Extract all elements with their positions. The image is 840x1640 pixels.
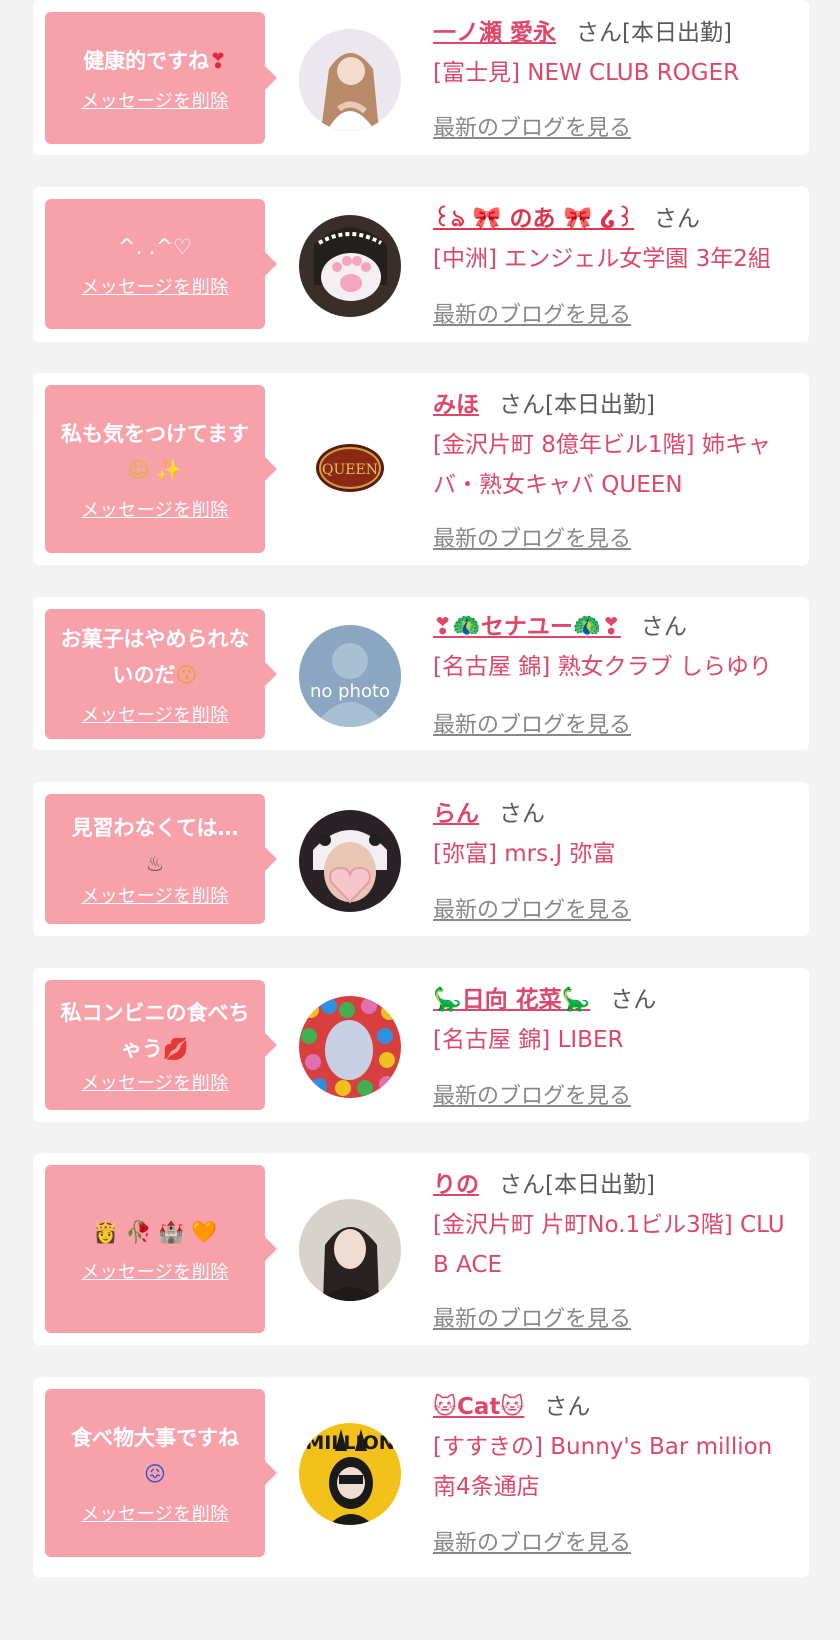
avatar[interactable]: [299, 29, 401, 131]
cast-name-link[interactable]: りの: [433, 1172, 479, 1198]
avatar[interactable]: QUEEN: [299, 417, 401, 519]
ball-pit-photo-icon: [299, 996, 401, 1098]
latest-blog-link[interactable]: 最新のブログを見る: [433, 1301, 631, 1333]
avatar[interactable]: no photo: [299, 625, 401, 727]
shop-name: [金沢片町 片町No.1ビル3階] CLUB ACE: [433, 1212, 785, 1278]
shop-name: [中洲] エンジェル女学園 3年2組: [433, 246, 771, 272]
shop-name: [すすきの] Bunny's Bar million 南4条通店: [433, 1434, 773, 1500]
latest-blog-link[interactable]: 最新のブログを見る: [433, 1078, 631, 1110]
princess-rose-castle-emoji: 👸 🥀 🏰 🧡: [92, 1220, 218, 1244]
list-item: 食べ物大事ですね 😖 メッセージを削除 MILLION 🐱Cat🐱 さん [すすきの…: [33, 1377, 809, 1577]
message-text: 食べ物大事ですね 😖: [71, 1426, 239, 1486]
cast-name-link[interactable]: 🐱Cat🐱: [433, 1394, 524, 1420]
list-item: お菓子はやめられないのだ😗 メッセージを削除 no photo ❣🦚セナユー🦚❣…: [33, 597, 809, 750]
list-item: 私も気をつけてます ☺ ✨ メッセージを削除 QUEEN みほ さん[本日出勤] …: [33, 373, 809, 565]
delete-message-button[interactable]: メッセージを削除: [81, 87, 229, 113]
status-badge: [本日出勤]: [545, 392, 655, 418]
honorific: さん: [640, 614, 687, 640]
message-bubble: お菓子はやめられないのだ😗 メッセージを削除: [45, 609, 277, 739]
status-badge: [本日出勤]: [545, 1172, 655, 1198]
message-text: お菓子はやめられないのだ😗: [60, 627, 250, 687]
cast-name-link[interactable]: ꒰ঌ 🎀 のあ 🎀 ໒꒱: [433, 206, 634, 232]
avatar[interactable]: MILLION: [299, 1423, 401, 1525]
message-list: 健康的ですね❣ メッセージを削除 一ノ瀬 愛永 さん[本日出勤] [富士見] NE…: [0, 0, 840, 1640]
message-bubble: 見習わなくては… ♨ メッセージを削除: [45, 794, 277, 924]
svg-text:MILLION: MILLION: [305, 1432, 394, 1454]
sweat-emoji: ♨: [145, 852, 165, 876]
cast-name-link[interactable]: 🦕日向 花菜🦕: [433, 987, 590, 1013]
heart-emoji: ❣: [209, 49, 227, 73]
cast-name-link[interactable]: らん: [433, 801, 479, 827]
honorific: さん: [499, 801, 545, 827]
message-text: ^. .^♡: [117, 235, 193, 259]
svg-text:QUEEN: QUEEN: [322, 462, 378, 478]
honorific: さん: [610, 987, 657, 1013]
smile-sparkle-emoji: ☺ ✨: [127, 458, 183, 482]
shop-name: [名古屋 錦] 熟女クラブ しらゆり: [433, 654, 772, 680]
cast-name-link[interactable]: みほ: [433, 392, 479, 418]
queen-logo-icon: QUEEN: [299, 417, 401, 519]
latest-blog-link[interactable]: 最新のブログを見る: [433, 521, 631, 553]
honorific: さん: [499, 1172, 545, 1198]
avatar[interactable]: [299, 215, 401, 317]
latest-blog-link[interactable]: 最新のブログを見る: [433, 892, 631, 924]
message-bubble: 食べ物大事ですね 😖 メッセージを削除: [45, 1389, 277, 1557]
latest-blog-link[interactable]: 最新のブログを見る: [433, 707, 631, 739]
list-item: 👸 🥀 🏰 🧡 メッセージを削除 りの さん[本日出勤] [金沢片町 片町No.1…: [33, 1153, 809, 1345]
honorific: さん: [544, 1394, 591, 1420]
message-text: 👸 🥀 🏰 🧡: [93, 1214, 218, 1250]
svg-text:no photo: no photo: [310, 681, 390, 702]
no-photo-icon: no photo: [299, 625, 401, 727]
shop-name: [弥富] mrs.J 弥富: [433, 841, 616, 867]
shop-name: [富士見] NEW CLUB ROGER: [433, 60, 740, 86]
honorific: さん: [499, 392, 545, 418]
latest-blog-link[interactable]: 最新のブログを見る: [433, 110, 631, 142]
delete-message-button[interactable]: メッセージを削除: [81, 273, 229, 299]
list-item: 見習わなくては… ♨ メッセージを削除 らん さん [弥富] mrs.J 弥富 最新…: [33, 782, 809, 936]
honorific: さん: [576, 20, 623, 46]
delete-message-button[interactable]: メッセージを削除: [81, 1069, 229, 1095]
delete-message-button[interactable]: メッセージを削除: [81, 882, 229, 908]
message-bubble: 👸 🥀 🏰 🧡 メッセージを削除: [45, 1165, 277, 1333]
message-text: 見習わなくては… ♨: [71, 816, 239, 876]
avatar[interactable]: [299, 810, 401, 912]
delete-message-button[interactable]: メッセージを削除: [81, 1500, 229, 1526]
latest-blog-link[interactable]: 最新のブログを見る: [433, 297, 631, 329]
lips-emoji: 💋: [162, 1037, 190, 1061]
woman-photo-icon: [299, 29, 401, 131]
shop-name: [名古屋 錦] LIBER: [433, 1027, 624, 1053]
cast-name-link[interactable]: ❣🦚セナユー🦚❣: [433, 614, 621, 640]
message-bubble: ^. .^♡ メッセージを削除: [45, 199, 277, 329]
latest-blog-link[interactable]: 最新のブログを見る: [433, 1525, 631, 1557]
message-text: 私も気をつけてます ☺ ✨: [61, 422, 249, 482]
status-badge: [本日出勤]: [622, 20, 732, 46]
cat-paw-photo-icon: [299, 215, 401, 317]
woman-photo-icon: [299, 1199, 401, 1301]
list-item: 健康的ですね❣ メッセージを削除 一ノ瀬 愛永 さん[本日出勤] [富士見] NE…: [33, 0, 809, 155]
shop-name: [金沢片町 8億年ビル1階] 姉キャバ・熟女キャバ QUEEN: [433, 432, 771, 498]
avatar[interactable]: [299, 1199, 401, 1301]
delete-message-button[interactable]: メッセージを削除: [81, 1258, 229, 1284]
delete-message-button[interactable]: メッセージを削除: [81, 496, 229, 522]
message-text: 私コンビニの食べちゃう💋: [60, 1001, 250, 1061]
kissing-face-emoji: 😗: [175, 663, 198, 687]
heart-mask-photo-icon: [299, 810, 401, 912]
magazine-cover-icon: MILLION: [299, 1423, 401, 1525]
delete-message-button[interactable]: メッセージを削除: [81, 701, 229, 727]
list-item: 私コンビニの食べちゃう💋 メッセージを削除 🦕日向 花菜🦕 さん [名古屋 錦]…: [33, 968, 809, 1122]
message-bubble: 私コンビニの食べちゃう💋 メッセージを削除: [45, 980, 277, 1110]
honorific: さん: [654, 206, 701, 232]
confounded-face-emoji: 😖: [144, 1462, 166, 1486]
cast-name-link[interactable]: 一ノ瀬 愛永: [433, 20, 556, 46]
message-bubble: 健康的ですね❣ メッセージを削除: [45, 12, 277, 144]
message-bubble: 私も気をつけてます ☺ ✨ メッセージを削除: [45, 385, 277, 553]
message-text: 健康的ですね❣: [83, 49, 227, 73]
avatar[interactable]: [299, 996, 401, 1098]
list-item: ^. .^♡ メッセージを削除 ꒰ঌ 🎀 のあ 🎀 ໒꒱ さん [中洲] エンジェ…: [33, 187, 809, 342]
